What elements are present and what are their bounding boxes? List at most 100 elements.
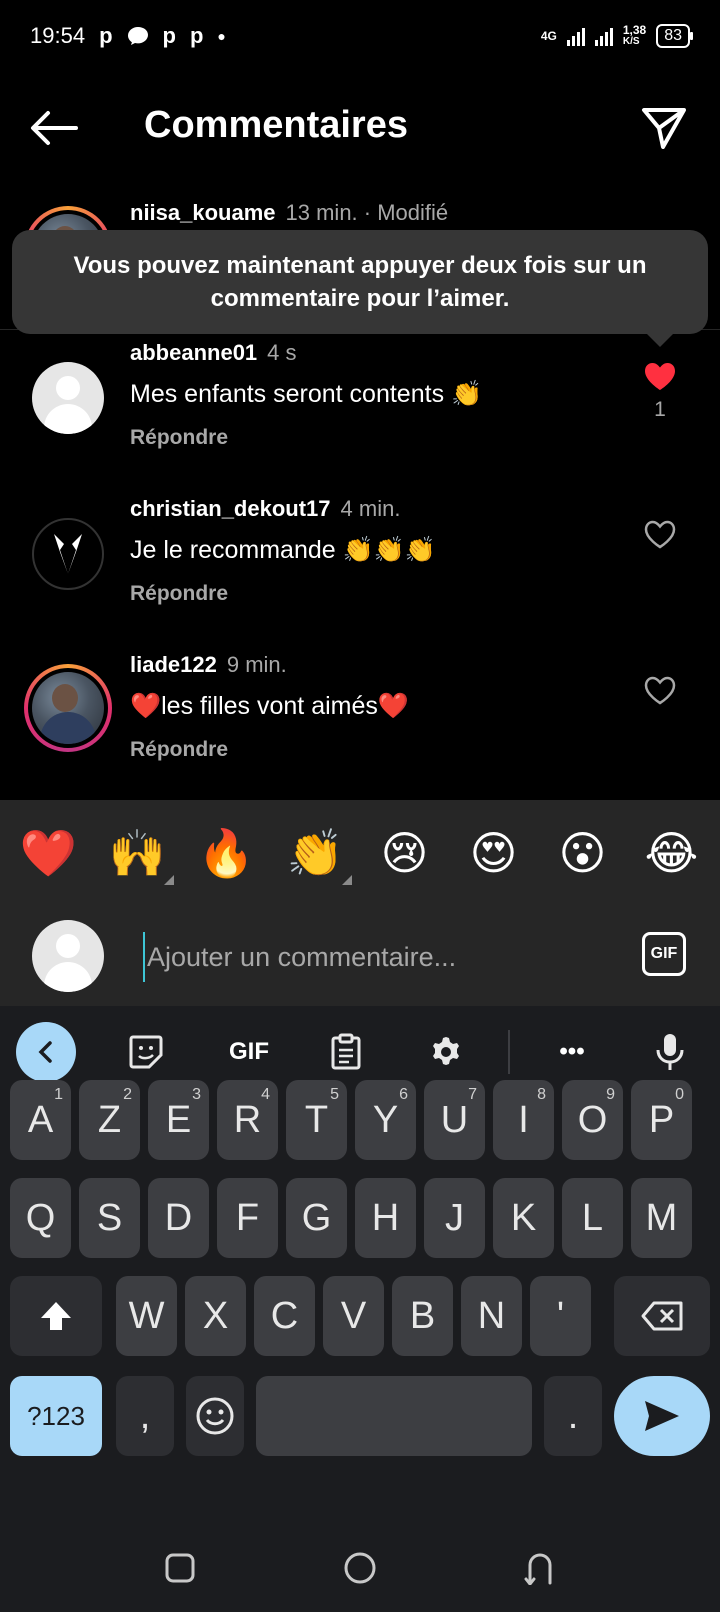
- keyboard-collapse-button[interactable]: [16, 1022, 76, 1082]
- recents-button[interactable]: [158, 1546, 202, 1590]
- photo-avatar-with-story-ring[interactable]: [24, 664, 112, 752]
- chat-bubble-icon: [127, 27, 148, 45]
- emoji-raising-hands[interactable]: 🙌: [98, 826, 178, 885]
- key-n[interactable]: N: [461, 1276, 522, 1356]
- key-u[interactable]: U7: [424, 1080, 485, 1160]
- comma-key[interactable]: ,: [116, 1376, 174, 1456]
- period-key[interactable]: .: [544, 1376, 602, 1456]
- symbols-key[interactable]: ?123: [10, 1376, 102, 1456]
- reply-button[interactable]: Répondre: [130, 582, 228, 606]
- suit-logo-avatar[interactable]: [32, 518, 104, 590]
- key-apostrophe[interactable]: ': [530, 1276, 591, 1356]
- emoji-heart-eyes[interactable]: 😍: [454, 826, 534, 880]
- emoji-fire[interactable]: 🔥: [187, 826, 267, 881]
- key-label: T: [304, 1098, 329, 1141]
- key-p[interactable]: P0: [631, 1080, 692, 1160]
- key-hint: 7: [468, 1086, 477, 1103]
- keyboard-settings-button[interactable]: [418, 1024, 474, 1080]
- key-c[interactable]: C: [254, 1276, 315, 1356]
- network-speed-value: 1,38: [622, 23, 647, 37]
- key-hint: 8: [537, 1086, 546, 1103]
- keyboard-gif-button[interactable]: GIF: [214, 1024, 284, 1080]
- home-button[interactable]: [338, 1546, 382, 1590]
- emoji-key[interactable]: [186, 1376, 244, 1456]
- key-y[interactable]: Y6: [355, 1080, 416, 1160]
- notification-icons: p p p ●: [99, 23, 226, 49]
- comment-row[interactable]: abbeanne01 4 s Mes enfants seront content…: [0, 340, 720, 490]
- key-label: Y: [372, 1098, 399, 1141]
- clipboard-button[interactable]: [318, 1024, 374, 1080]
- key-t[interactable]: T5: [286, 1080, 347, 1160]
- voice-input-button[interactable]: [642, 1024, 698, 1080]
- key-z[interactable]: Z2: [79, 1080, 140, 1160]
- comment-username-text[interactable]: niisa_kouame: [130, 200, 276, 225]
- comment-row[interactable]: christian_dekout17 4 min. Je le recommand…: [0, 496, 720, 646]
- gif-button[interactable]: GIF: [642, 932, 686, 976]
- like-button[interactable]: [640, 670, 680, 710]
- key-x[interactable]: X: [185, 1276, 246, 1356]
- comment-username[interactable]: abbeanne01 4 s: [130, 340, 297, 366]
- chevron-left-icon: [38, 1041, 52, 1063]
- back-nav-button[interactable]: [518, 1546, 562, 1590]
- double-tap-tooltip[interactable]: Vous pouvez maintenant appuyer deux fois…: [12, 230, 708, 334]
- key-h[interactable]: H: [355, 1178, 416, 1258]
- key-q[interactable]: Q: [10, 1178, 71, 1258]
- key-f[interactable]: F: [217, 1178, 278, 1258]
- key-a[interactable]: A1: [10, 1080, 71, 1160]
- comment-time: 4 min.: [340, 496, 401, 521]
- microphone-icon: [656, 1034, 684, 1070]
- emoji-clapping[interactable]: 👏: [276, 826, 356, 885]
- send-key[interactable]: [614, 1376, 710, 1456]
- key-w[interactable]: W: [116, 1276, 177, 1356]
- emoji-crying[interactable]: 😢: [365, 826, 445, 880]
- sticker-button[interactable]: [118, 1024, 174, 1080]
- key-hint: 9: [606, 1086, 615, 1103]
- shift-key[interactable]: [10, 1276, 102, 1356]
- key-m[interactable]: M: [631, 1178, 692, 1258]
- key-b[interactable]: B: [392, 1276, 453, 1356]
- back-nav-icon: [524, 1553, 552, 1585]
- reply-button[interactable]: Répondre: [130, 426, 228, 450]
- more-button[interactable]: •••: [544, 1024, 600, 1080]
- like-button[interactable]: [640, 356, 680, 396]
- key-i[interactable]: I8: [493, 1080, 554, 1160]
- key-o[interactable]: O9: [562, 1080, 623, 1160]
- key-l[interactable]: L: [562, 1178, 623, 1258]
- reply-button[interactable]: Répondre: [130, 738, 228, 762]
- key-r[interactable]: R4: [217, 1080, 278, 1160]
- emoji-surprised[interactable]: 😮: [543, 826, 623, 880]
- key-s[interactable]: S: [79, 1178, 140, 1258]
- default-avatar[interactable]: [32, 362, 104, 434]
- key-k[interactable]: K: [493, 1178, 554, 1258]
- comment-username[interactable]: niisa_kouame 13 min. · Modifié: [130, 200, 448, 226]
- key-d[interactable]: D: [148, 1178, 209, 1258]
- key-g[interactable]: G: [286, 1178, 347, 1258]
- comment-username-text[interactable]: abbeanne01: [130, 340, 257, 365]
- comment-text: Je le recommande 👏👏👏: [130, 536, 436, 564]
- key-e[interactable]: E3: [148, 1080, 209, 1160]
- back-button[interactable]: [26, 106, 82, 150]
- key-j[interactable]: J: [424, 1178, 485, 1258]
- space-key[interactable]: [256, 1376, 532, 1456]
- sticker-icon: [129, 1035, 163, 1069]
- skin-tone-indicator: [163, 874, 174, 885]
- comment-username[interactable]: christian_dekout17 4 min.: [130, 496, 400, 522]
- heart-filled-icon: [645, 363, 675, 390]
- backspace-key[interactable]: [614, 1276, 710, 1356]
- comment-row[interactable]: liade122 9 min. ❤️les filles vont aimés❤️…: [0, 652, 720, 802]
- status-time: 19:54: [30, 23, 86, 48]
- send-arrow-icon: [645, 1401, 679, 1431]
- comment-username[interactable]: liade122 9 min.: [130, 652, 287, 678]
- comment-username-text[interactable]: liade122: [130, 652, 217, 677]
- comment-input[interactable]: [143, 932, 603, 982]
- emoji-laughing[interactable]: 😂: [632, 826, 712, 880]
- comment-username-text[interactable]: christian_dekout17: [130, 496, 331, 521]
- emoji-heart[interactable]: ❤️: [9, 826, 89, 881]
- share-button[interactable]: [638, 102, 690, 154]
- key-hint: 1: [54, 1086, 63, 1103]
- circle-icon: [344, 1552, 376, 1584]
- notification-dot-icon: ●: [217, 28, 226, 44]
- like-button[interactable]: [640, 514, 680, 554]
- key-v[interactable]: V: [323, 1276, 384, 1356]
- network-speed: 1,38 K/S: [623, 24, 646, 48]
